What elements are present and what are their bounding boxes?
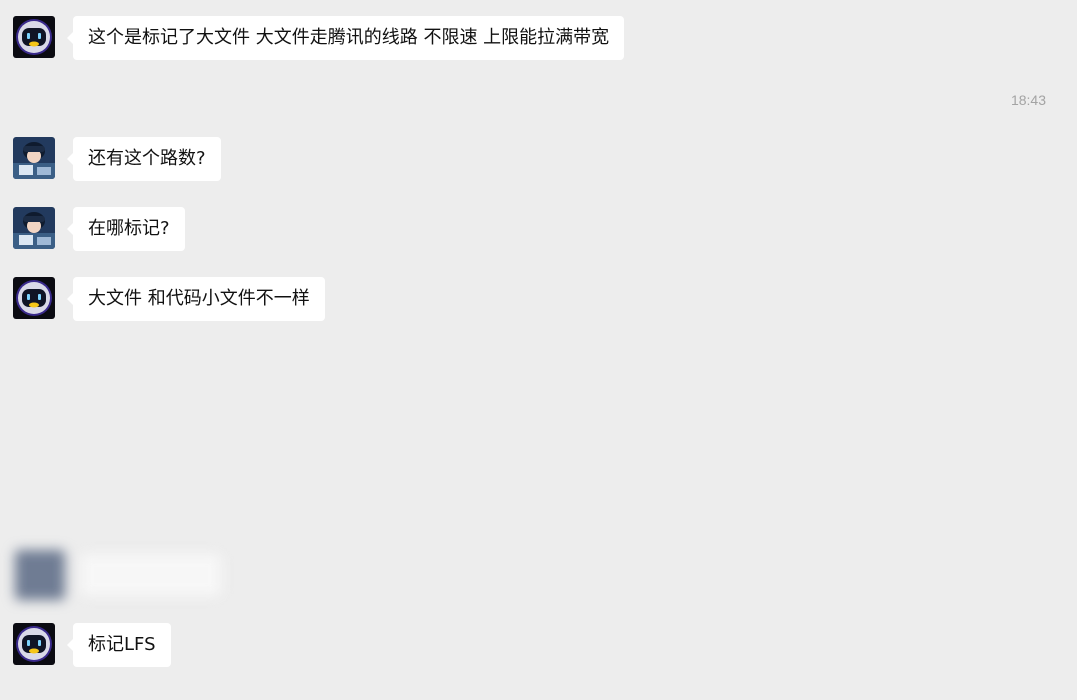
anime-user-avatar-icon[interactable]	[13, 207, 55, 249]
blurred-avatar	[15, 550, 65, 600]
message-bubble[interactable]: 这个是标记了大文件 大文件走腾讯的线路 不限速 上限能拉满带宽	[66, 16, 625, 60]
blurred-bubble	[81, 554, 221, 596]
message-row: 还有这个路数?	[13, 137, 221, 181]
message-timestamp: 18:43	[1010, 92, 1046, 108]
anime-user-avatar-icon[interactable]	[13, 137, 55, 179]
blurred-message	[9, 540, 237, 606]
robot-avatar-icon[interactable]	[13, 277, 55, 319]
message-bubble[interactable]: 还有这个路数?	[67, 137, 221, 181]
message-bubble[interactable]: 大文件 和代码小文件不一样	[67, 277, 325, 321]
message-row: 标记LFS	[13, 623, 171, 667]
chat-window: 这个是标记了大文件 大文件走腾讯的线路 不限速 上限能拉满带宽 18:43 还有…	[0, 0, 1077, 700]
message-bubble[interactable]: 标记LFS	[67, 623, 171, 667]
message-row: 大文件 和代码小文件不一样	[13, 277, 325, 321]
message-row: 这个是标记了大文件 大文件走腾讯的线路 不限速 上限能拉满带宽	[13, 16, 625, 60]
robot-avatar-icon[interactable]	[13, 16, 55, 58]
message-bubble[interactable]: 在哪标记?	[67, 207, 185, 251]
robot-avatar-icon[interactable]	[13, 623, 55, 665]
message-row: 在哪标记?	[13, 207, 185, 251]
